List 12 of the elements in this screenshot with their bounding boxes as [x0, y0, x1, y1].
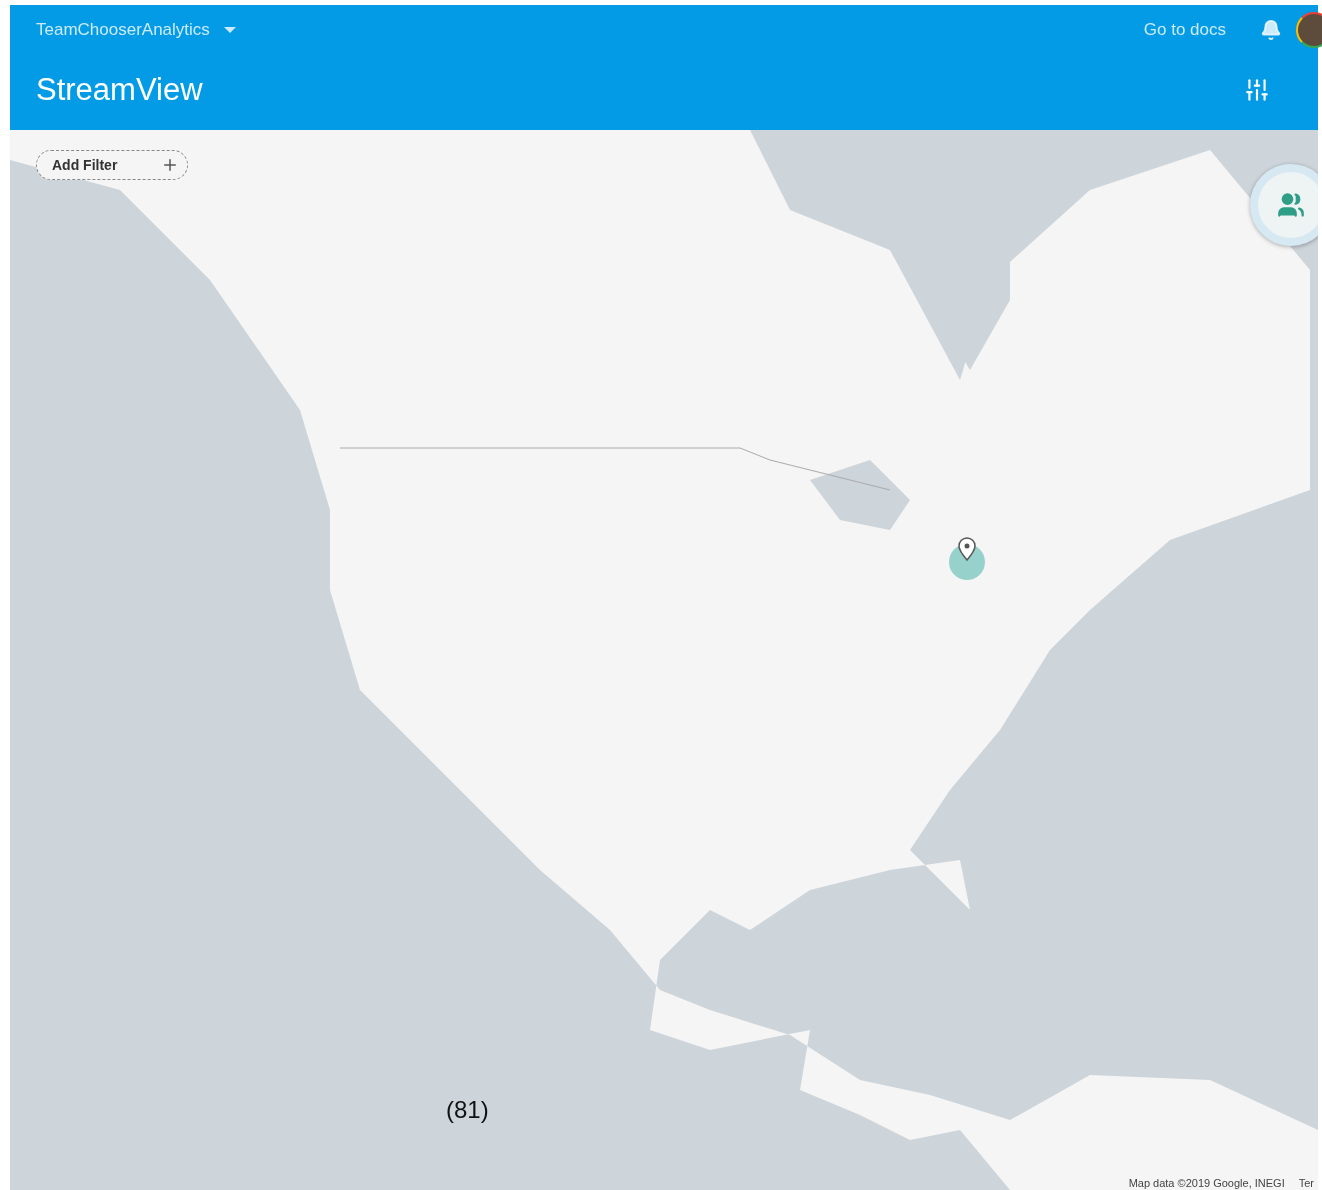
plus-icon [161, 156, 179, 174]
settings-sliders-icon[interactable] [1244, 76, 1270, 103]
app-title: StreamView [36, 71, 203, 108]
notifications-icon[interactable] [1260, 19, 1282, 41]
team-button[interactable] [1250, 164, 1318, 246]
terms-link[interactable]: Ter [1298, 1177, 1314, 1189]
avatar[interactable] [1296, 12, 1322, 48]
map-attribution: Map data ©2019 Google, INEGI [1128, 1177, 1285, 1189]
caret-icon[interactable] [223, 27, 236, 33]
figure-caption: (81) [446, 1096, 489, 1124]
add-filter-button[interactable]: Add Filter [36, 150, 188, 180]
people-icon [1277, 191, 1305, 219]
